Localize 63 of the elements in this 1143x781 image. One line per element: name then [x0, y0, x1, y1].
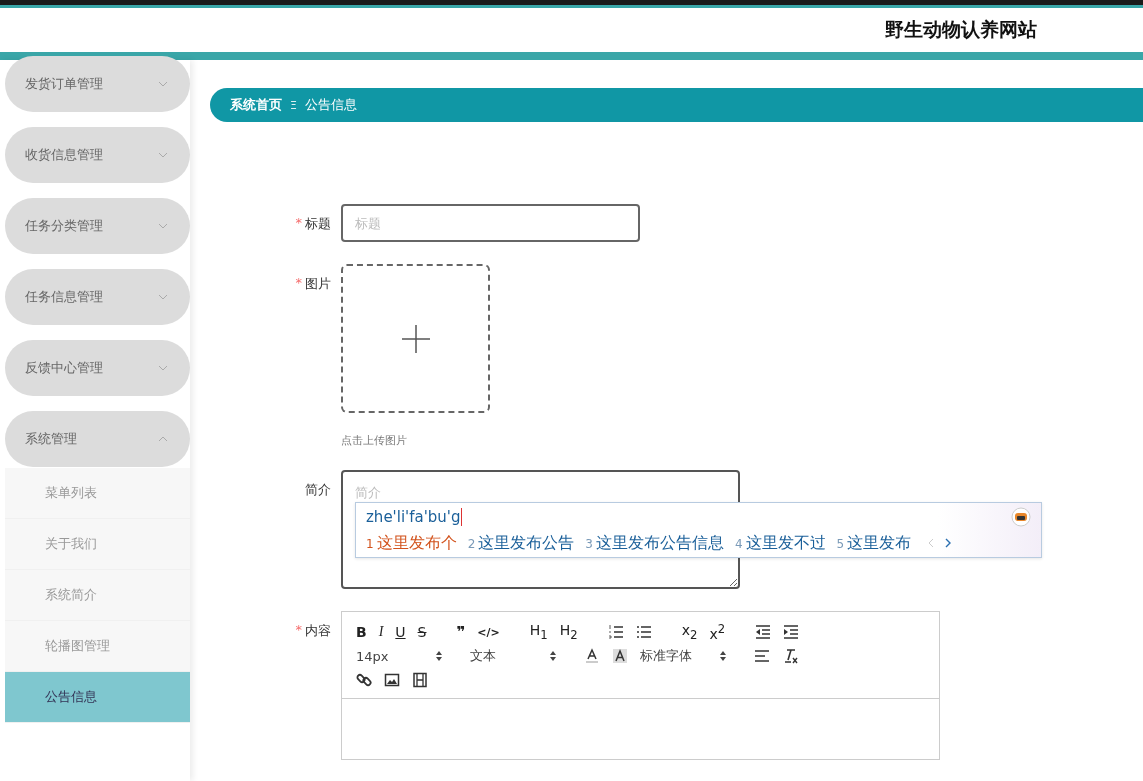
- format-button[interactable]: x$^{2}$: [709, 622, 726, 642]
- chevron-icon: [158, 365, 168, 371]
- highlight-color-icon[interactable]: [612, 648, 628, 664]
- code-button[interactable]: </>: [477, 625, 500, 639]
- breadcrumb-home[interactable]: 系统首页: [230, 96, 282, 114]
- required-mark: *: [295, 622, 302, 639]
- chevron-icon: [158, 81, 168, 87]
- field-label: 图片: [305, 275, 331, 293]
- title-input[interactable]: 标题: [341, 204, 640, 242]
- sidebar-group[interactable]: 任务信息管理: [5, 269, 190, 325]
- sidebar-group[interactable]: 任务分类管理: [5, 198, 190, 254]
- required-mark: *: [295, 215, 302, 232]
- strikethrough-button[interactable]: S: [417, 624, 427, 640]
- ime-candidate[interactable]: 4 这里发不过: [734, 532, 826, 554]
- sidebar-group[interactable]: 系统管理: [5, 411, 190, 467]
- breadcrumb-current: 公告信息: [304, 96, 357, 114]
- ime-candidate[interactable]: 2 这里发布公告: [467, 532, 575, 554]
- sidebar-item[interactable]: 公告信息: [5, 672, 190, 723]
- ime-composition: zhe'li'fa'bu'g: [366, 508, 463, 526]
- field-label: 简介: [305, 481, 331, 499]
- plus-icon: [401, 324, 430, 353]
- sidebar-group[interactable]: 反馈中心管理: [5, 340, 190, 396]
- sidebar-group[interactable]: 收货信息管理: [5, 127, 190, 183]
- ime-mascot-icon: [1011, 507, 1031, 527]
- chevron-icon: [158, 436, 168, 442]
- chevron-icon: [158, 223, 168, 229]
- breadcrumb-separator: Ξ: [290, 98, 297, 112]
- quote-button[interactable]: ❞: [456, 623, 466, 641]
- image-icon[interactable]: [384, 672, 400, 688]
- site-title: 野生动物认养网站: [885, 17, 1037, 42]
- link-icon[interactable]: [356, 672, 372, 688]
- ime-candidate[interactable]: 3 这里发布公告信息: [585, 532, 724, 554]
- sort-arrows-icon: [436, 651, 442, 661]
- underline-button[interactable]: U: [395, 624, 406, 640]
- bullet-list-icon[interactable]: [635, 624, 652, 640]
- outdent-icon[interactable]: [755, 624, 772, 640]
- image-upload[interactable]: [341, 264, 490, 413]
- format-button[interactable]: H$_{1}$: [529, 622, 548, 642]
- chevron-icon: [158, 294, 168, 300]
- film-icon[interactable]: [412, 672, 428, 688]
- format-select[interactable]: 文本: [470, 647, 556, 665]
- italic-button[interactable]: I: [378, 624, 384, 640]
- format-button[interactable]: H$_{2}$: [559, 622, 578, 642]
- required-mark: *: [295, 275, 302, 292]
- font-color-icon[interactable]: [584, 648, 600, 664]
- sort-arrows-icon: [720, 651, 726, 661]
- field-label: 内容: [305, 622, 331, 640]
- bold-button[interactable]: B: [356, 624, 367, 640]
- clear-format-icon[interactable]: [782, 648, 798, 664]
- ordered-list-icon[interactable]: [607, 624, 624, 640]
- format-button[interactable]: x$_{2}$: [681, 622, 698, 642]
- sort-arrows-icon: [550, 651, 556, 661]
- indent-icon[interactable]: [783, 624, 800, 640]
- align-left-icon[interactable]: [754, 648, 770, 664]
- ime-candidate[interactable]: 1 这里发布个: [366, 532, 457, 554]
- format-select[interactable]: 标准字体: [640, 647, 726, 665]
- ime-candidate[interactable]: 5 这里发布: [836, 532, 912, 554]
- chevron-icon: [158, 152, 168, 158]
- field-label: 标题: [305, 215, 331, 233]
- sidebar-group[interactable]: 发货订单管理: [5, 56, 190, 112]
- upload-hint: 点击上传图片: [341, 433, 408, 448]
- next-page-icon[interactable]: [945, 538, 952, 548]
- format-select[interactable]: 14px: [356, 648, 442, 664]
